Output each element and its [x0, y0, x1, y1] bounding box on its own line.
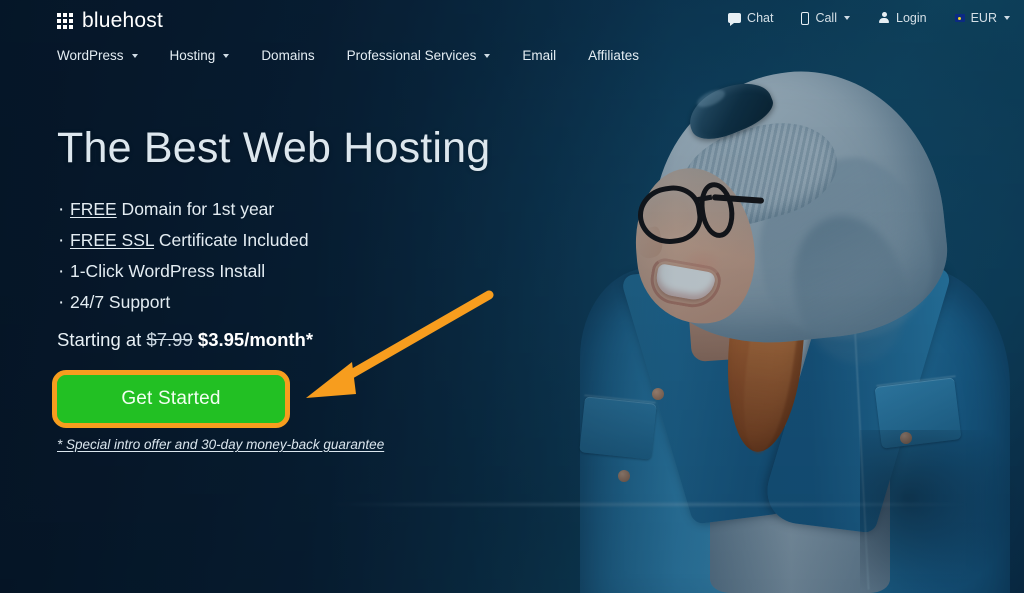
main-nav: WordPress Hosting Domains Professional S… [57, 48, 671, 63]
top-bar: bluehost Chat Call Login EUR [0, 0, 1024, 40]
get-started-button[interactable]: Get Started [57, 375, 285, 423]
chevron-down-icon [1004, 16, 1010, 20]
utility-label-currency: EUR [970, 11, 997, 25]
utility-item-currency[interactable]: EUR [954, 11, 1010, 25]
nav-label-professional-services: Professional Services [346, 48, 477, 63]
offer-footnote[interactable]: * Special intro offer and 30-day money-b… [57, 437, 384, 452]
hero-copy: The Best Web Hosting FREE Domain for 1st… [57, 124, 527, 351]
list-item: FREE Domain for 1st year [57, 193, 527, 227]
nav-label-wordpress: WordPress [57, 48, 124, 63]
pricing-prefix: Starting at [57, 329, 147, 351]
grid-squares-icon [57, 13, 73, 29]
chevron-down-icon [844, 16, 850, 20]
brand-logo[interactable]: bluehost [57, 9, 163, 33]
feature-text: Certificate Included [153, 229, 309, 250]
pricing-line: Starting at $7.99 $3.95/month* [57, 329, 527, 351]
utility-nav: Chat Call Login EUR [728, 11, 1010, 26]
price-original: $7.99 [146, 329, 193, 351]
list-item: FREE SSL Certificate Included [57, 224, 527, 258]
feature-emphasis: FREE [70, 198, 117, 219]
feature-text: 24/7 Support [70, 292, 171, 312]
nav-item-email[interactable]: Email [522, 48, 579, 63]
user-icon [878, 12, 890, 24]
price-current: $3.95/month* [192, 329, 314, 351]
nav-label-domains: Domains [261, 48, 315, 63]
phone-icon [801, 11, 810, 25]
chat-bubble-icon [728, 13, 742, 26]
nav-item-affiliates[interactable]: Affiliates [588, 48, 662, 63]
feature-emphasis: FREE SSL [70, 229, 154, 250]
utility-item-chat[interactable]: Chat [728, 11, 774, 26]
nav-label-hosting: Hosting [169, 48, 216, 63]
hero-banner: bluehost Chat Call Login EUR WordPress H… [0, 0, 1024, 593]
utility-item-call[interactable]: Call [801, 11, 850, 25]
nav-item-domains[interactable]: Domains [261, 48, 337, 63]
feature-list: FREE Domain for 1st year FREE SSL Certif… [57, 193, 527, 320]
nav-item-hosting[interactable]: Hosting [170, 48, 253, 63]
chevron-down-icon [484, 53, 491, 58]
feature-text: 1-Click WordPress Install [70, 260, 266, 281]
chevron-down-icon [223, 53, 230, 58]
list-item: 24/7 Support [57, 286, 527, 320]
utility-label-chat: Chat [747, 11, 774, 25]
cta-container: Get Started [52, 370, 290, 428]
feature-text: Domain for 1st year [116, 198, 275, 219]
chevron-down-icon [131, 53, 138, 58]
list-item: 1-Click WordPress Install [57, 255, 527, 289]
utility-item-login[interactable]: Login [878, 11, 927, 25]
nav-label-affiliates: Affiliates [588, 48, 639, 63]
utility-label-call: Call [815, 11, 837, 25]
utility-label-login: Login [896, 11, 927, 25]
page-title: The Best Web Hosting [57, 124, 491, 172]
eu-flag-icon [954, 14, 965, 22]
nav-item-professional-services[interactable]: Professional Services [347, 48, 514, 63]
nav-item-wordpress[interactable]: WordPress [57, 48, 161, 63]
brand-name: bluehost [82, 9, 163, 32]
nav-label-email: Email [522, 48, 557, 63]
